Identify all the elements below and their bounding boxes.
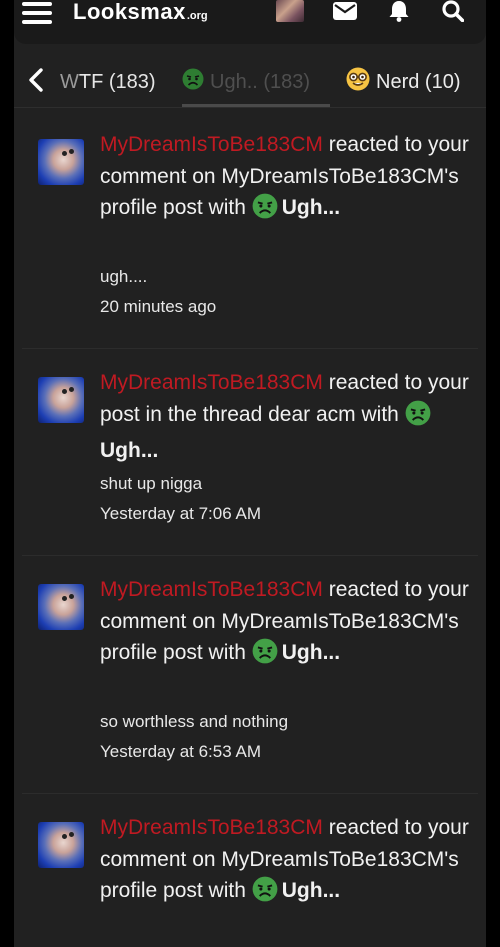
alert-timestamp: Yesterday at 6:53 AM [100, 742, 261, 761]
tab-nerd[interactable]: Nerd (10) [346, 66, 460, 98]
alert-timestamp: Yesterday at 7:06 AM [100, 504, 261, 523]
site-logo[interactable]: Looksmax.org [73, 0, 208, 27]
alert-snippet: so worthless and nothing [100, 712, 289, 731]
alert-message: MyDreamIsToBe183CM reacted to your comme… [100, 129, 470, 229]
nerd-face-icon [346, 67, 370, 97]
username-link[interactable]: MyDreamIsToBe183CM [100, 816, 323, 839]
tabs-scroll-left-chevron-icon[interactable] [28, 68, 48, 92]
alert-message: MyDreamIsToBe183CM reacted to your comme… [100, 812, 470, 912]
user-avatar[interactable] [276, 0, 304, 22]
alert-message: MyDreamIsToBe183CM reacted to your post … [100, 371, 469, 462]
tab-wtf[interactable]: W TF (183) [60, 66, 156, 98]
avatar[interactable] [38, 377, 84, 423]
nauseated-face-icon [182, 68, 204, 96]
divider [22, 793, 478, 794]
reaction-label: Ugh... [100, 439, 159, 462]
divider [22, 348, 478, 349]
reaction-label: Ugh... [281, 641, 341, 664]
nauseated-face-icon [252, 876, 278, 912]
username-link[interactable]: MyDreamIsToBe183CM [100, 371, 323, 394]
reaction-label: Ugh... [281, 196, 341, 219]
nauseated-face-icon [252, 638, 278, 674]
avatar[interactable] [38, 822, 84, 868]
alert-timestamp: 20 minutes ago [100, 297, 217, 316]
nauseated-face-icon [252, 193, 278, 229]
avatar[interactable] [38, 139, 84, 185]
search-icon[interactable] [440, 0, 466, 22]
bell-icon[interactable] [386, 0, 412, 22]
avatar[interactable] [38, 584, 84, 630]
menu-icon[interactable] [22, 2, 52, 24]
reaction-tabs: W TF (183) Ugh.. (183) Nerd (10) [14, 56, 486, 108]
username-link[interactable]: MyDreamIsToBe183CM [100, 578, 323, 601]
active-tab-indicator [182, 104, 330, 107]
nauseated-face-icon [405, 400, 431, 436]
reaction-label: Ugh... [281, 879, 341, 902]
alert-snippet: ugh.... [100, 267, 148, 286]
divider [22, 555, 478, 556]
alert-snippet: shut up nigga [100, 474, 203, 493]
username-link[interactable]: MyDreamIsToBe183CM [100, 133, 323, 156]
alert-message: MyDreamIsToBe183CM reacted to your comme… [100, 574, 470, 674]
mail-icon[interactable] [332, 0, 358, 22]
tab-ugh[interactable]: Ugh.. (183) [182, 66, 310, 98]
